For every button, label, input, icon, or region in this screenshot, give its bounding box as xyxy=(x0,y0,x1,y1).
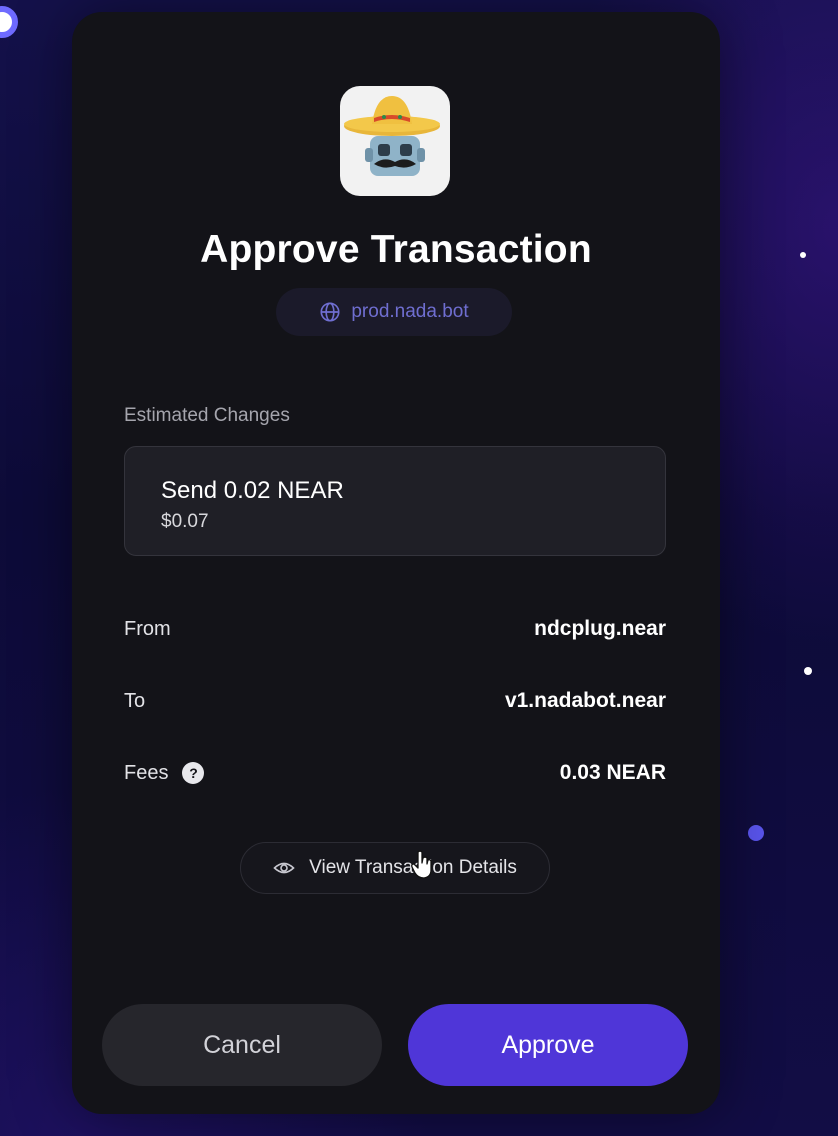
fees-row: Fees ? 0.03 NEAR xyxy=(124,758,666,788)
approve-button[interactable]: Approve xyxy=(408,1004,688,1086)
approve-transaction-modal: Approve Transaction prod.nada.bot Estima… xyxy=(72,12,720,1114)
globe-icon xyxy=(320,302,340,322)
background-star xyxy=(804,667,812,675)
help-icon[interactable]: ? xyxy=(182,762,205,784)
origin-label: prod.nada.bot xyxy=(351,301,469,322)
estimated-changes-card: Send 0.02 NEAR $0.07 xyxy=(124,446,666,556)
background-star xyxy=(748,825,764,841)
background-star xyxy=(800,252,806,258)
to-label: To xyxy=(124,689,146,712)
sombrero-robot-icon xyxy=(340,86,450,196)
fees-label-group: Fees ? xyxy=(124,761,205,785)
fees-value: 0.03 NEAR xyxy=(559,761,666,784)
from-value: ndcplug.near xyxy=(534,617,666,640)
page-title: Approve Transaction xyxy=(200,228,592,271)
hand-cursor-icon xyxy=(411,850,432,879)
send-amount: Send 0.02 NEAR xyxy=(161,477,344,504)
origin-badge: prod.nada.bot xyxy=(276,288,512,336)
view-transaction-details-button[interactable]: View Transaction Details xyxy=(240,842,550,894)
from-row: From ndcplug.near xyxy=(124,614,666,644)
background-ring-decoration xyxy=(0,6,18,38)
cancel-button[interactable]: Cancel xyxy=(102,1004,382,1086)
to-value: v1.nadabot.near xyxy=(504,689,666,712)
estimated-changes-label: Estimated Changes xyxy=(124,405,290,426)
fees-label: Fees xyxy=(124,761,169,784)
eye-icon xyxy=(273,862,295,874)
to-row: To v1.nadabot.near xyxy=(124,686,666,716)
from-label: From xyxy=(124,617,171,640)
send-amount-usd: $0.07 xyxy=(161,511,209,532)
